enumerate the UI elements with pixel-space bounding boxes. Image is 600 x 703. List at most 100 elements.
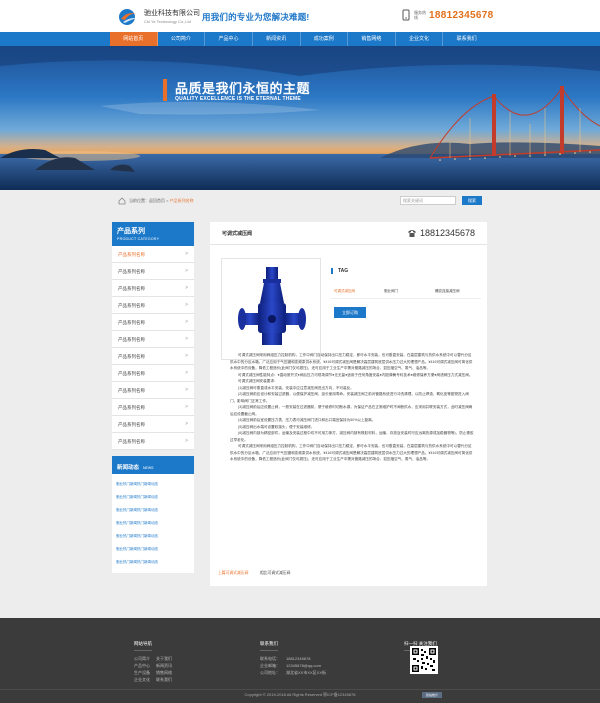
chevron-right-icon: > — [185, 421, 188, 427]
footer-nav-link[interactable]: 关于我们 — [156, 655, 172, 662]
footer-contact-title: 联系我们 — [260, 641, 278, 651]
nav-item-culture[interactable]: 企业文化 — [396, 32, 444, 46]
product-detail-panel: 可调式减压阀 18812345678 TAG 可调式减压阀 驰业阀门 螺纹连接减… — [210, 222, 487, 586]
product-category-list: 产品系列名称 > 产品系列名称 > 产品系列名称 > 产品系列名称 > 产品系列名称 > … — [112, 246, 194, 450]
product-category-header: 产品系列 PRODUCT CATEGORY — [112, 222, 194, 246]
description-paragraph: 可调式减压阀采用阀组压力控制机构，工作中阀门自动保持出口压力稳定，即可水平安装，… — [230, 353, 473, 370]
news-link[interactable]: 驰业热门新闻热门新闻动态 — [116, 491, 190, 504]
sidebar-category-item[interactable]: 产品系列名称 > — [112, 416, 194, 433]
description-paragraph: (6)减压阀内部为精密部件，运输及安装过程中切不可用力摔打，减压阀内部有橡胶材料… — [230, 431, 474, 442]
nav-item-about[interactable]: 公司简介 — [158, 32, 206, 46]
product-category-title: 产品系列 — [117, 228, 145, 235]
nav-item-home[interactable]: 网站首页 — [110, 32, 158, 46]
news-link[interactable]: 驰业热门新闻热门新闻动态 — [116, 543, 190, 556]
footer-nav-link[interactable]: 公司简介 — [134, 655, 150, 662]
breadcrumb-home-link[interactable]: 返回首页 — [149, 198, 165, 203]
footer-nav-link[interactable]: 产品中心 — [134, 662, 150, 669]
chevron-right-icon: > — [185, 387, 188, 393]
sidebar: 产品系列 PRODUCT CATEGORY 产品系列名称 > 产品系列名称 > 产品… — [112, 222, 194, 573]
contact-label: 企业邮箱： — [260, 663, 280, 668]
chevron-right-icon: > — [185, 353, 188, 359]
sidebar-category-item[interactable]: 产品系列名称 > — [112, 382, 194, 399]
breadcrumb: 当前位置：返回首页 > 产品系列名称 — [129, 198, 194, 204]
search-input[interactable]: 搜索关键词 — [400, 196, 456, 205]
footer-nav-link[interactable]: 销售网络 — [156, 669, 172, 676]
title-divider — [210, 244, 487, 245]
header-slogan: 用我们的专业为您解决难题! — [202, 12, 310, 22]
footer-nav-title: 网站导航 — [134, 641, 152, 651]
telephone-icon — [408, 230, 416, 237]
site-stats-badge[interactable]: 建站统计 — [422, 692, 442, 698]
company-name: 驰业科技有限公司 — [144, 10, 200, 17]
sidebar-category-item[interactable]: 产品系列名称 > — [112, 280, 194, 297]
product-description: 可调式减压阀采用阀组压力控制机构，工作中阀门自动保持出口压力稳定，即可水平安装，… — [230, 352, 475, 463]
news-link[interactable]: 驰业热门新闻热门新闻动态 — [116, 530, 190, 543]
chevron-right-icon: > — [185, 285, 188, 291]
footer-divider — [0, 689, 600, 690]
description-paragraph: 可调式减压阀采用阀组压力控制机构，工作中阀门自动保持出口压力稳定，即可水平安装，… — [230, 444, 473, 461]
news-title: 新闻动态 — [117, 465, 140, 471]
valve-image — [238, 267, 306, 345]
site-footer: 网站导航 公司简介 关于我们 产品中心 新闻资讯 生产设备 销售网络 企业文化 联系我们… — [0, 618, 600, 703]
sidebar-category-item[interactable]: 产品系列名称 > — [112, 246, 194, 263]
footer-nav-link[interactable]: 新闻资讯 — [156, 662, 172, 669]
sidebar-category-item[interactable]: 产品系列名称 > — [112, 433, 194, 450]
product-title: 可调式减压阀 — [222, 231, 253, 237]
tag-accent-bar — [331, 268, 333, 274]
main-nav: 网站首页 公司简介 产品中心 新闻资讯 成功案例 销售网络 企业文化 联系我们 — [0, 32, 600, 46]
sidebar-category-item[interactable]: 产品系列名称 > — [112, 399, 194, 416]
order-now-button[interactable]: 立即订购 — [334, 307, 366, 318]
contact-label: 联系电话： — [260, 656, 280, 661]
nav-item-products[interactable]: 产品中心 — [205, 32, 253, 46]
footer-nav-link[interactable]: 企业文化 — [134, 676, 150, 683]
sidebar-category-item[interactable]: 产品系列名称 > — [112, 314, 194, 331]
news-link[interactable]: 驰业热门新闻热门新闻动态 — [116, 556, 190, 569]
product-category-subtitle: PRODUCT CATEGORY — [117, 237, 160, 241]
news-link[interactable]: 驰业热门新闻热门新闻动态 — [116, 478, 190, 491]
sidebar-category-item[interactable]: 产品系列名称 > — [112, 297, 194, 314]
sidebar-category-item[interactable]: 产品系列名称 > — [112, 263, 194, 280]
news-subtitle: NEWS — [143, 466, 154, 470]
spec-type: 螺纹连接减压阀 — [435, 289, 460, 293]
chevron-right-icon: > — [185, 319, 188, 325]
description-paragraph: (3)减压阀前后应设置止阀，一般安装在过滤器前，便于维修时切断水源。为保证产品在… — [230, 405, 473, 416]
chevron-right-icon: > — [185, 336, 188, 342]
banner-title: 品质是我们永恒的主题 — [175, 81, 311, 96]
home-icon — [118, 197, 126, 205]
phone-icon — [402, 9, 410, 21]
contact-label: 公司地址： — [260, 670, 280, 675]
news-link[interactable]: 驰业热门新闻热门新闻动态 — [116, 517, 190, 530]
hero-banner: 品质是我们永恒的主题 QUALITY EXCELLENCE IS THE ETE… — [0, 46, 600, 190]
contact-phone: 18812345678 — [286, 656, 311, 661]
content-phone-number: 18812345678 — [420, 228, 476, 238]
nav-item-news[interactable]: 新闻资讯 — [253, 32, 301, 46]
product-image[interactable] — [221, 258, 321, 360]
news-link[interactable]: 驰业热门新闻热门新闻动态 — [116, 504, 190, 517]
search-button[interactable]: 搜索 — [462, 196, 482, 205]
sidebar-category-item[interactable]: 产品系列名称 > — [112, 348, 194, 365]
banner-scenery — [0, 46, 600, 190]
copyright-text: Copyright © 2019-2018 All Rights Reserve… — [244, 692, 356, 697]
banner-accent-bar — [163, 79, 167, 101]
contact-email[interactable]: 12345678@qq.com — [286, 662, 321, 669]
chevron-right-icon: > — [185, 438, 188, 444]
nav-item-cases[interactable]: 成功案例 — [301, 32, 349, 46]
footer-nav-link[interactable]: 联系我们 — [156, 676, 172, 683]
company-logo[interactable] — [118, 8, 142, 26]
sidebar-category-item[interactable]: 产品系列名称 > — [112, 331, 194, 348]
site-header: 驰业科技有限公司 Chi Ye Technology Co.,Ltd 用我们的专… — [0, 0, 600, 32]
chevron-right-icon: > — [185, 370, 188, 376]
footer-nav-link[interactable]: 生产设备 — [134, 669, 150, 676]
banner-subtitle: QUALITY EXCELLENCE IS THE ETERNAL THEME — [175, 96, 301, 102]
sidebar-category-item[interactable]: 产品系列名称 > — [112, 365, 194, 382]
qr-code-icon — [410, 646, 438, 674]
nav-item-sales[interactable]: 销售网络 — [348, 32, 396, 46]
news-list: 驰业热门新闻热门新闻动态 驰业热门新闻热门新闻动态 驰业热门新闻热门新闻动态 驰… — [112, 474, 194, 573]
spec-product-name: 可调式减压阀 — [334, 289, 355, 293]
description-paragraph: (2)减压阀前应设计和安装过滤器，以便保护减压阀，延长使用寿命。安装减压阀之前对… — [230, 392, 469, 403]
previous-article-link[interactable]: 上篇可调式减压阀 — [218, 571, 248, 576]
contact-address: 湖北省XX市XX区XX街 — [286, 670, 327, 675]
next-article-link[interactable]: 相比可调式减压阀 — [260, 571, 290, 576]
nav-item-contact[interactable]: 联系我们 — [443, 32, 490, 46]
footer-contact: 联系我们 联系电话： 18812345678 企业邮箱： 12345678@qq.c… — [260, 632, 326, 676]
